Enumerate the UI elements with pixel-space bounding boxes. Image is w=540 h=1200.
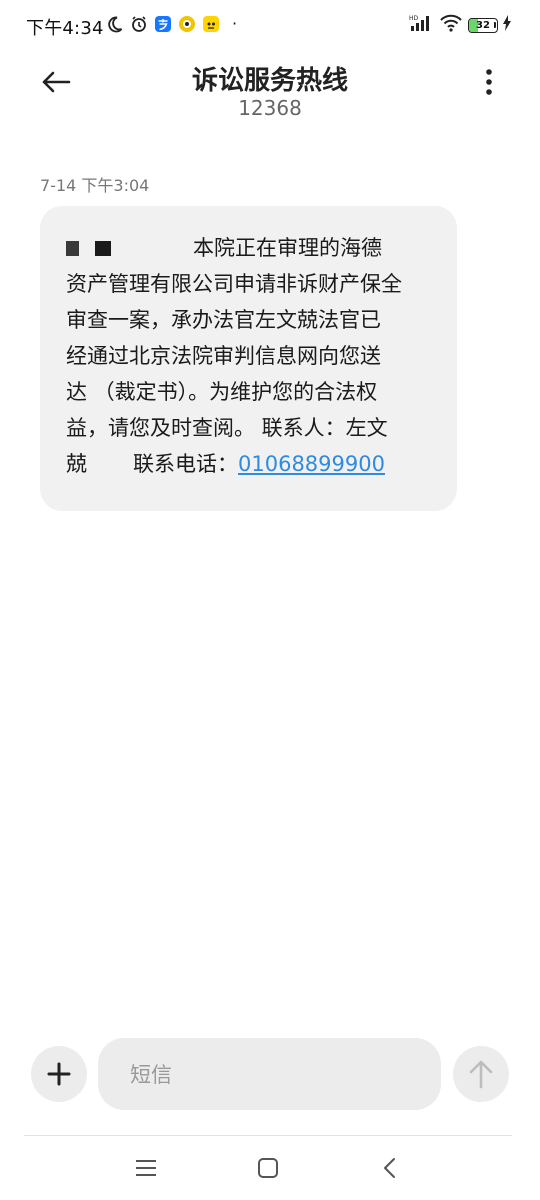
status-bar: 下午4:34 · HD 32 — [0, 0, 540, 52]
nav-back-button[interactable] — [370, 1150, 410, 1186]
charging-icon — [502, 15, 512, 35]
battery-icon: 32 — [468, 17, 498, 33]
more-options-button[interactable] — [474, 64, 504, 100]
plus-icon — [47, 1062, 71, 1086]
wifi-icon — [440, 14, 462, 36]
signal-icon: HD — [408, 14, 434, 36]
message-line: 兢 联系电话：01068899900 — [66, 446, 437, 482]
status-icons-left: · — [106, 14, 237, 33]
contact-name: 诉讼服务热线 — [191, 66, 348, 96]
arrow-up-icon — [469, 1060, 493, 1089]
message-line: 本院正在审理的海德 — [66, 230, 437, 266]
nav-divider — [24, 1135, 512, 1136]
chevron-left-icon — [384, 1158, 395, 1178]
app-notification-icon — [202, 15, 220, 33]
notification-dot: · — [232, 14, 238, 33]
sms-input[interactable]: 短信 — [98, 1038, 441, 1110]
battery-level: 32 — [476, 19, 490, 31]
home-square-icon — [258, 1158, 278, 1178]
send-button[interactable] — [453, 1046, 509, 1102]
add-attachment-button[interactable] — [31, 1046, 87, 1102]
contact-number: 12368 — [238, 96, 302, 120]
message-line: 资产管理有限公司申请非诉财产保全 — [66, 272, 402, 296]
status-icons-right: HD 32 — [408, 14, 512, 36]
alipay-icon — [154, 15, 172, 33]
contact-phone-label: 联系电话： — [133, 452, 238, 476]
message-text: 本院正在审理的海德 — [193, 236, 382, 260]
message-line: 经通过北京法院审判信息网向您送 — [66, 344, 381, 368]
message-bubble[interactable]: 本院正在审理的海德 资产管理有限公司申请非诉财产保全 审查一案，承办法官左文兢法… — [40, 206, 457, 511]
message-line: 益，请您及时查阅。 联系人：左文 — [66, 416, 388, 440]
nav-home-button[interactable] — [248, 1150, 288, 1186]
more-vertical-icon — [486, 69, 492, 95]
message-line: 审查一案，承办法官左文兢法官已 — [66, 308, 381, 332]
message-text: 兢 — [66, 452, 87, 476]
app-notification-icon — [178, 15, 196, 33]
redacted-text — [95, 241, 111, 256]
redacted-text — [66, 241, 79, 256]
moon-icon — [106, 15, 124, 33]
message-timestamp: 7-14 下午3:04 — [40, 176, 150, 195]
phone-number-link[interactable]: 01068899900 — [238, 452, 385, 476]
network-label: HD — [409, 15, 419, 22]
menu-lines-icon — [136, 1160, 156, 1176]
battery-indicator: 32 — [468, 17, 498, 33]
alarm-clock-icon — [130, 15, 148, 33]
conversation-header: 诉讼服务热线 12368 — [0, 52, 540, 132]
status-time: 下午4:34 — [26, 18, 104, 39]
message-line: 达 （裁定书）。为维护您的合法权 — [66, 380, 378, 404]
nav-recent-apps-button[interactable] — [126, 1150, 166, 1186]
